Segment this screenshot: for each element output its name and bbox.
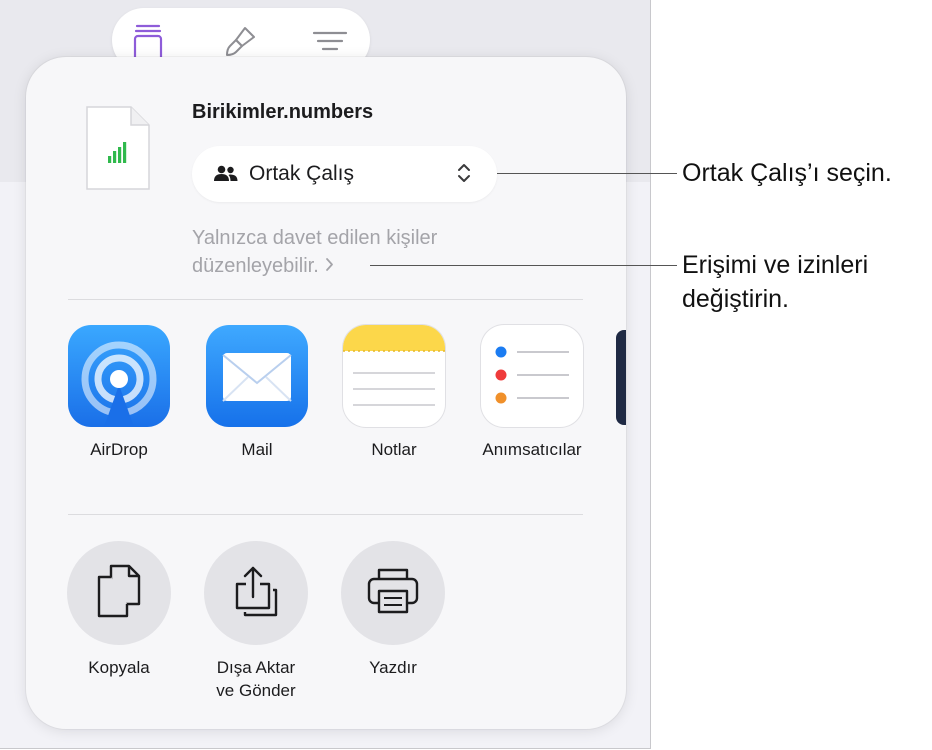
numbers-file-icon bbox=[85, 105, 151, 191]
collaboration-mode-selector[interactable]: Ortak Çalış bbox=[192, 146, 497, 202]
up-down-chevron-icon bbox=[457, 162, 471, 189]
divider bbox=[68, 299, 583, 300]
airdrop-icon[interactable] bbox=[68, 325, 170, 427]
print-icon bbox=[366, 567, 420, 620]
export-icon bbox=[233, 565, 279, 622]
action-label-copy-line1: Kopyala bbox=[88, 658, 150, 677]
copy-icon bbox=[96, 563, 142, 624]
permissions-text-line1: Yalnızca davet edilen kişiler bbox=[192, 227, 438, 249]
export-send-button[interactable] bbox=[204, 541, 308, 645]
action-label-copy: Kopyala bbox=[49, 656, 189, 679]
callout-collaborate: Ortak Çalış’ı seçin. bbox=[682, 159, 892, 187]
mail-icon[interactable] bbox=[206, 325, 308, 427]
text-format-icon[interactable] bbox=[310, 22, 350, 62]
action-label-export: Dışa Aktar ve Gönder bbox=[186, 656, 326, 702]
notes-icon[interactable] bbox=[343, 325, 445, 427]
collaboration-mode-label: Ortak Çalış bbox=[249, 162, 355, 185]
share-sheet: Birikimler.numbers Ortak Çalış Yalnızca … bbox=[26, 57, 626, 729]
app-label-notes: Notlar bbox=[371, 440, 417, 459]
partial-app-icon[interactable] bbox=[616, 330, 626, 425]
app-label-mail: Mail bbox=[241, 440, 273, 459]
paintbrush-icon[interactable] bbox=[220, 22, 260, 62]
action-label-print-line1: Yazdır bbox=[369, 658, 417, 677]
action-label-export-line1: Dışa Aktar bbox=[216, 658, 296, 677]
callout-access-line2: değiştirin. bbox=[682, 285, 789, 313]
callout-access-line1: Erişimi ve izinleri bbox=[682, 251, 869, 279]
app-label-airdrop: AirDrop bbox=[90, 440, 148, 459]
divider bbox=[68, 514, 583, 515]
permissions-text-line2: düzenleyebilir. bbox=[192, 255, 319, 277]
permissions-link[interactable]: Yalnızca davet edilen kişiler düzenleyeb… bbox=[192, 224, 522, 280]
callout-line-collaborate bbox=[497, 173, 677, 174]
callout-line-access bbox=[370, 265, 677, 266]
action-label-export-line2: ve Gönder bbox=[216, 681, 296, 700]
reminders-icon[interactable] bbox=[481, 325, 583, 427]
app-label-reminders: Anımsatıcılar bbox=[482, 440, 582, 459]
format-icon[interactable] bbox=[128, 22, 168, 62]
action-label-print: Yazdır bbox=[323, 656, 463, 679]
document-title: Birikimler.numbers bbox=[192, 101, 374, 123]
people-icon bbox=[214, 165, 238, 187]
print-button[interactable] bbox=[341, 541, 445, 645]
copy-button[interactable] bbox=[67, 541, 171, 645]
chevron-right-icon bbox=[325, 252, 334, 280]
callout-access: Erişimi ve izinleri değiştirin. bbox=[682, 248, 868, 316]
